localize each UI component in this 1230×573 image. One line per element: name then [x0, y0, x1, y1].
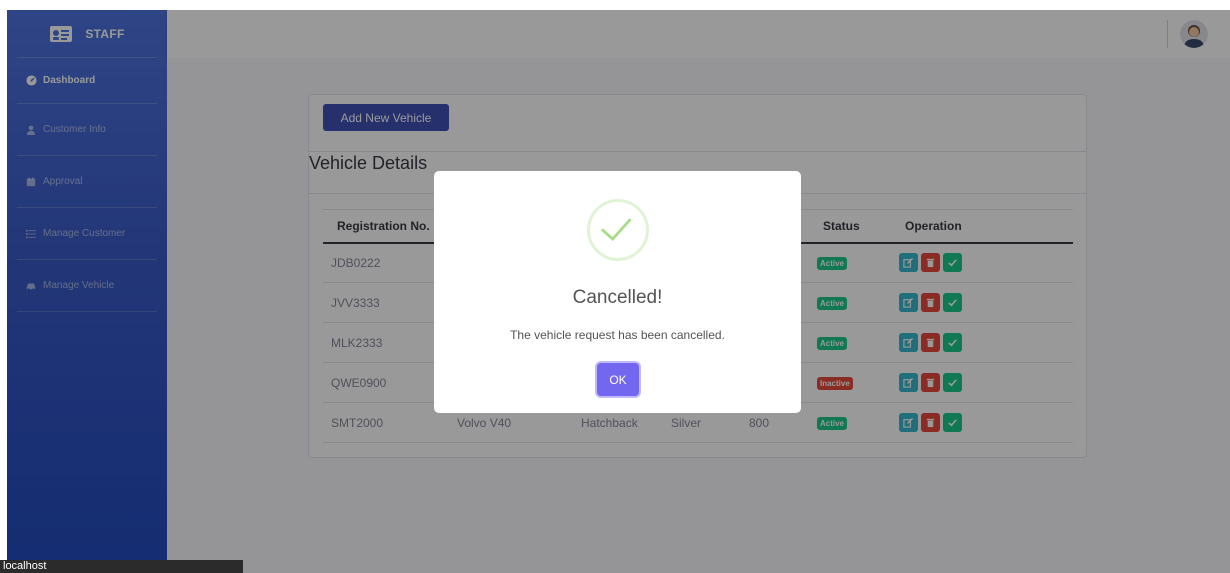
success-check-icon [587, 199, 649, 261]
modal-title: Cancelled! [572, 287, 663, 308]
browser-status-bar: localhost [0, 560, 243, 573]
top-strip [0, 0, 1230, 10]
modal-message: The vehicle request has been cancelled. [510, 328, 725, 342]
ok-button[interactable]: OK [597, 363, 639, 396]
alert-modal: Cancelled! The vehicle request has been … [434, 171, 801, 413]
